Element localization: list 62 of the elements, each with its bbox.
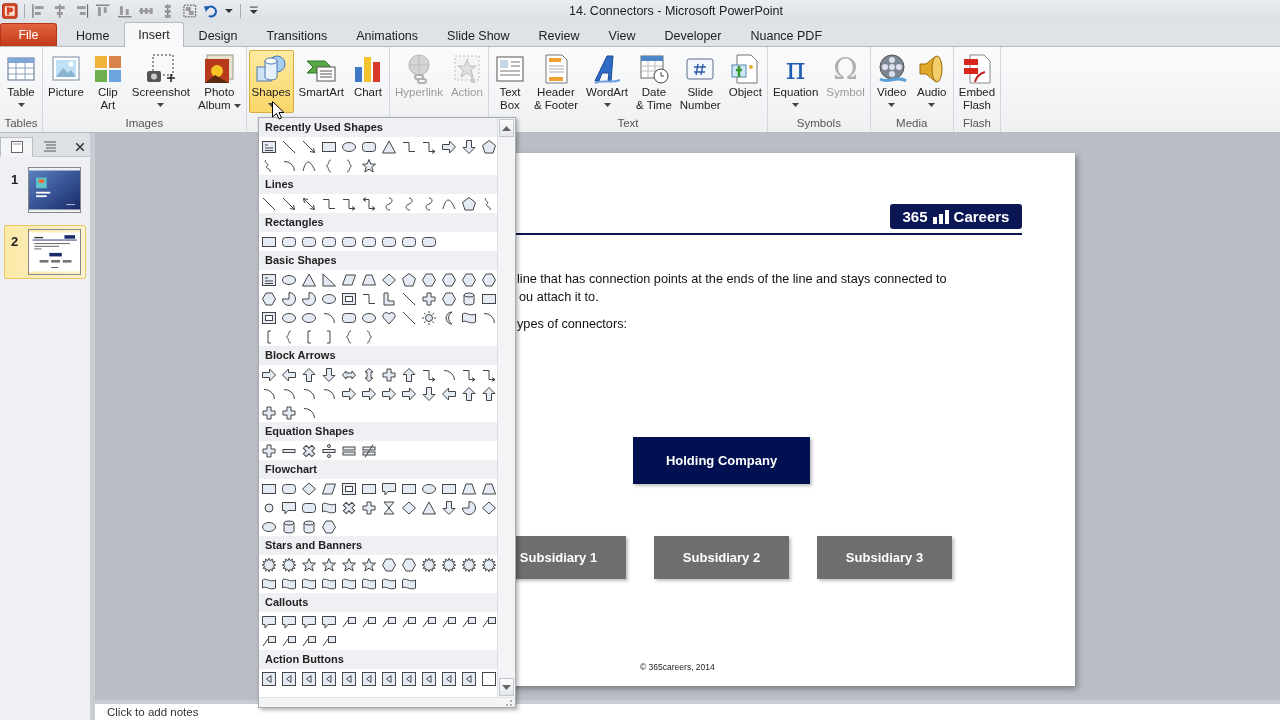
ribbon-tab[interactable]: Home xyxy=(62,23,124,47)
group-label: Symbols xyxy=(796,116,841,131)
object-button[interactable]: Object xyxy=(725,50,765,113)
group-label: Media xyxy=(896,116,928,131)
video-button[interactable]: Video xyxy=(872,50,911,113)
window-title: 14. Connectors - Microsoft PowerPoint xyxy=(568,4,784,18)
section-heading: Callouts xyxy=(259,593,497,612)
album-button[interactable]: Photo Album xyxy=(195,50,244,113)
table-button[interactable]: Table xyxy=(2,50,40,113)
datetime-button[interactable]: Date & Time xyxy=(633,50,675,113)
section-heading: Recently Used Shapes xyxy=(259,118,497,137)
ribbon-tab[interactable]: View xyxy=(594,23,650,47)
smartart-button[interactable]: SmartArt xyxy=(295,50,347,113)
body-text: ou attach it to. xyxy=(519,289,599,305)
section-heading: Action Buttons xyxy=(259,650,497,669)
shapes-button[interactable]: Shapes xyxy=(248,50,294,113)
flash-button[interactable]: Embed Flash xyxy=(955,50,999,113)
ribbon-tab[interactable]: Transitions xyxy=(252,23,342,47)
slide-thumbnail-item[interactable]: 1 xyxy=(4,163,86,217)
header-button[interactable]: Header & Footer xyxy=(530,50,582,113)
slide-thumbnail-item[interactable]: 2 xyxy=(4,225,86,279)
audio-button[interactable]: Audio xyxy=(912,50,951,113)
section-heading: Equation Shapes xyxy=(259,422,497,441)
notes-placeholder[interactable]: Click to add notes xyxy=(107,706,199,718)
chart-button[interactable]: Chart xyxy=(349,50,387,113)
footer-text: © 365careers, 2014 xyxy=(640,662,715,672)
ribbon-tab[interactable]: Developer xyxy=(650,23,736,47)
screenshot-button[interactable]: Screenshot xyxy=(128,50,193,113)
ribbon-tab[interactable]: Animations xyxy=(342,23,433,47)
org-chart-node: Subsidiary 2 xyxy=(654,536,789,579)
slidenumber-button[interactable]: Slide Number xyxy=(676,50,724,113)
ribbon-tab[interactable]: Insert xyxy=(124,22,184,47)
body-text: ypes of connectors: xyxy=(517,316,628,332)
logo-name: Careers xyxy=(953,208,1010,225)
section-heading: Rectangles xyxy=(259,213,497,232)
section-heading: Block Arrows xyxy=(259,346,497,365)
symbol-icon: π xyxy=(785,53,806,85)
slide-number: 1 xyxy=(11,171,20,187)
group-label: Flash xyxy=(962,116,991,131)
logo-number: 365 xyxy=(902,208,928,225)
org-chart-node: Holding Company xyxy=(633,437,810,484)
ribbon-tab[interactable]: Nuance PDF xyxy=(736,23,836,47)
ribbon-tab[interactable]: Review xyxy=(524,23,594,47)
ribbon-tab[interactable]: Design xyxy=(184,23,252,47)
group-label: Text xyxy=(617,116,639,131)
textbox-button[interactable]: Text Box xyxy=(490,50,529,113)
section-heading: Flowchart xyxy=(259,460,497,479)
picture-button[interactable]: Picture xyxy=(45,50,87,113)
ribbon-tab[interactable]: Slide Show xyxy=(433,23,524,47)
body-text: line that has connection points at the ends of the line and stays connected to xyxy=(517,271,947,287)
file-tab[interactable]: File xyxy=(0,23,57,46)
clipart-button[interactable]: Clip Art xyxy=(88,50,127,113)
section-heading: Stars and Banners xyxy=(259,536,497,555)
slide-number: 2 xyxy=(11,233,20,249)
wordart-button[interactable]: WordArt xyxy=(583,50,631,113)
org-chart-node: Subsidiary 3 xyxy=(817,536,952,579)
group-label: Images xyxy=(125,116,164,131)
symbol-button[interactable]: π Equation xyxy=(769,50,822,113)
group-label: Tables xyxy=(4,116,38,131)
section-heading: Basic Shapes xyxy=(259,251,497,270)
section-heading: Lines xyxy=(259,175,497,194)
symbol-icon: Ω xyxy=(833,53,858,85)
